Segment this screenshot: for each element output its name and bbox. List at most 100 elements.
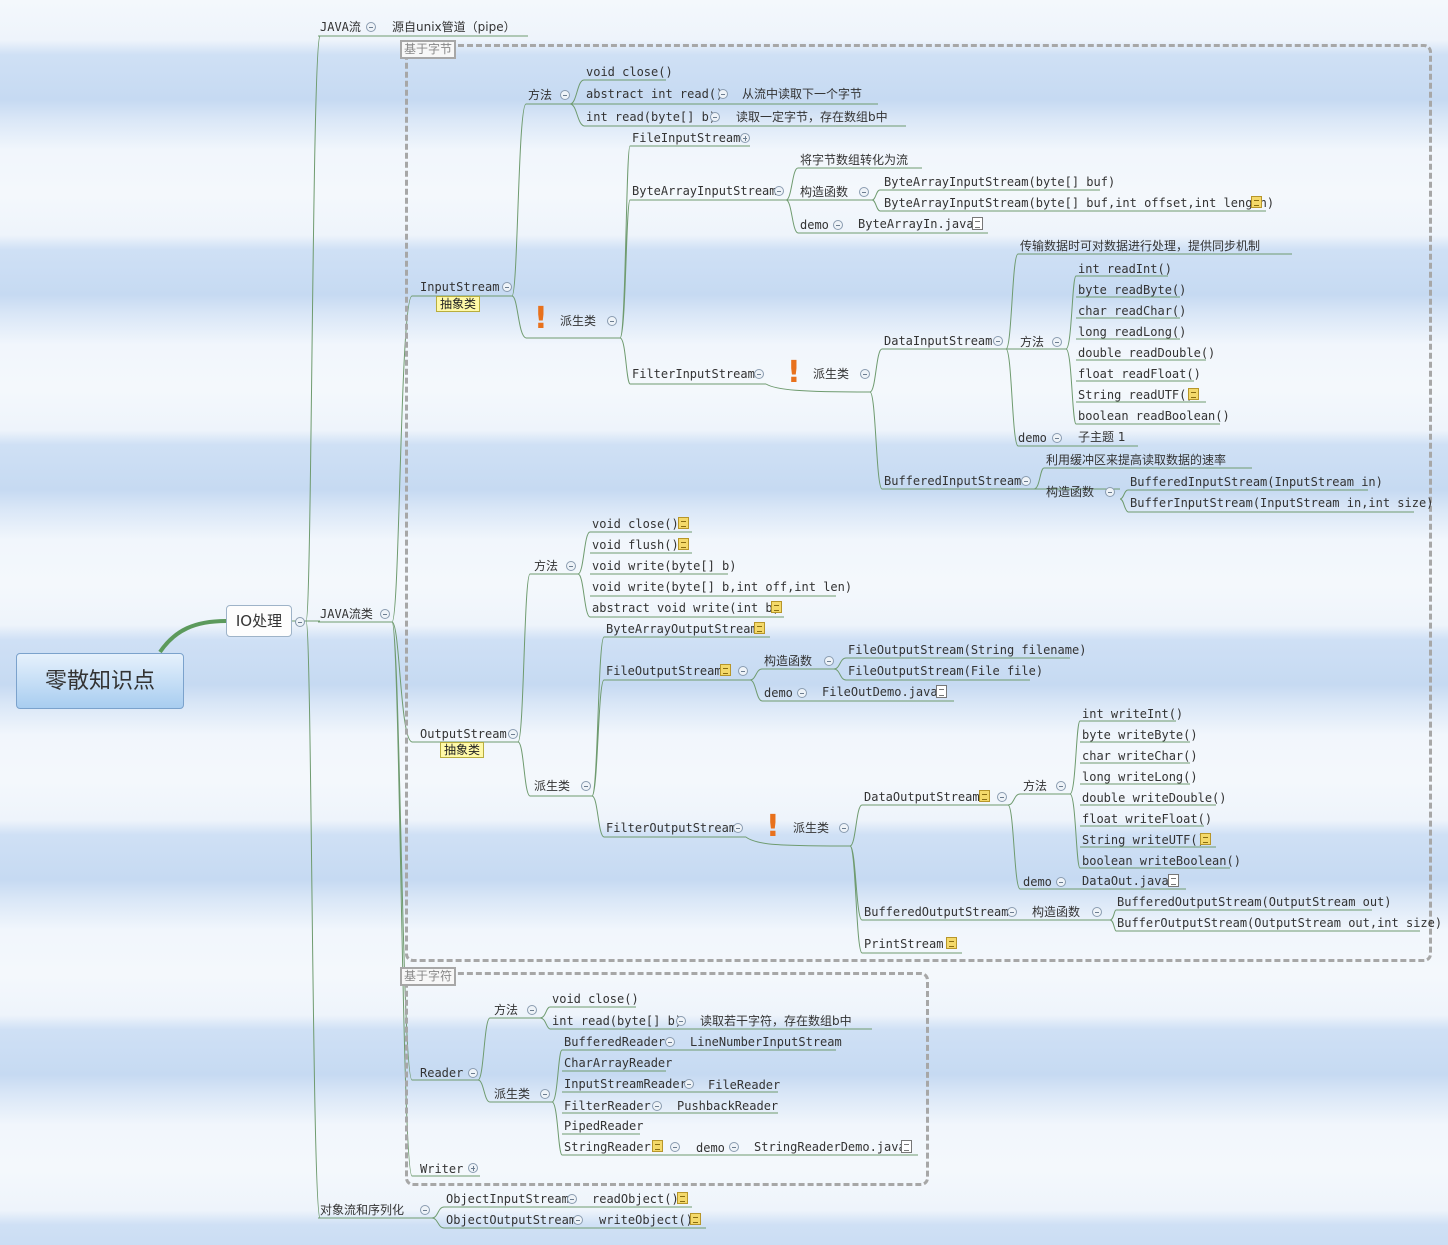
bytearray-desc[interactable]: 将字节数组转化为流 [800, 153, 908, 167]
datainput-method-item[interactable]: long readLong() [1078, 325, 1186, 339]
bufferedinput-ctor-item[interactable]: BufferedInputStream(InputStream in) [1130, 475, 1383, 489]
objectoutputstream-collapse-icon[interactable] [573, 1215, 583, 1225]
input-methods-collapse-icon[interactable] [560, 90, 570, 100]
writeobject-method[interactable]: writeObject() [599, 1213, 693, 1227]
fileoutput-demo-file[interactable]: FileOutDemo.java [822, 685, 938, 699]
datainput-demo-item[interactable]: 子主题 1 [1078, 430, 1125, 444]
reader-method-collapse-icon[interactable] [676, 1016, 686, 1026]
reader-derived-label[interactable]: 派生类 [494, 1087, 530, 1101]
note-icon[interactable] [754, 622, 765, 634]
input-method-collapse-icon[interactable] [718, 89, 728, 99]
document-icon[interactable] [972, 217, 983, 230]
fileoutput-ctor-item[interactable]: FileOutputStream(File file) [848, 664, 1043, 678]
inputstream-topic[interactable]: InputStream [420, 280, 499, 294]
dataoutput-methods-label[interactable]: 方法 [1023, 779, 1047, 793]
datainput-method-item[interactable]: int readInt() [1078, 262, 1172, 276]
fileoutput-demo-collapse-icon[interactable] [797, 688, 807, 698]
dataoutput-method-item[interactable]: float writeFloat() [1082, 812, 1212, 826]
outputstream-topic[interactable]: OutputStream [420, 727, 507, 741]
dataoutput-method-item[interactable]: int writeInt() [1082, 707, 1183, 721]
fileoutputstream-topic[interactable]: FileOutputStream [606, 664, 722, 678]
datainput-methods-collapse-icon[interactable] [1052, 337, 1062, 347]
writer-expand-icon[interactable] [468, 1163, 478, 1173]
stringreader-demo-label[interactable]: demo [696, 1141, 725, 1155]
filter-output-derived-label[interactable]: 派生类 [793, 821, 829, 835]
bytearray-ctor-item[interactable]: ByteArrayInputStream(byte[] buf,int offs… [884, 196, 1274, 210]
bytearrayoutputstream-topic[interactable]: ByteArrayOutputStream [606, 622, 758, 636]
reader-derived-item[interactable]: PipedReader [564, 1119, 643, 1133]
bytearray-demo-label[interactable]: demo [800, 218, 829, 232]
note-icon[interactable] [1200, 833, 1211, 845]
reader-derived-collapse-icon[interactable] [665, 1037, 675, 1047]
note-icon[interactable] [720, 664, 731, 676]
bytearrayinputstream-topic[interactable]: ByteArrayInputStream [632, 184, 777, 198]
stringreader-demo-file[interactable]: StringReaderDemo.java [754, 1140, 906, 1154]
note-icon[interactable] [690, 1213, 701, 1225]
filterinputstream-topic[interactable]: FilterInputStream [632, 367, 755, 381]
output-method-item[interactable]: void close() [592, 517, 679, 531]
datainput-methods-label[interactable]: 方法 [1020, 335, 1044, 349]
bufferedoutputstream-topic[interactable]: BufferedOutputStream [864, 905, 1009, 919]
bytearray-ctor-label[interactable]: 构造函数 [800, 185, 848, 199]
output-derived-label[interactable]: 派生类 [534, 779, 570, 793]
note-icon[interactable] [979, 790, 990, 802]
filter-output-derived-collapse-icon[interactable] [839, 823, 849, 833]
filter-derived-label[interactable]: 派生类 [813, 367, 849, 381]
dataoutput-method-item[interactable]: double writeDouble() [1082, 791, 1227, 805]
reader-derived-item[interactable]: CharArrayReader [564, 1056, 672, 1070]
dataoutput-demo-collapse-icon[interactable] [1056, 877, 1066, 887]
dataoutputstream-collapse-icon[interactable] [997, 792, 1007, 802]
bufferedoutput-ctor-collapse-icon[interactable] [1092, 907, 1102, 917]
note-icon[interactable] [652, 1140, 663, 1152]
input-method-collapse-icon[interactable] [710, 112, 720, 122]
bufferedinputstream-topic[interactable]: BufferedInputStream [884, 474, 1021, 488]
note-icon[interactable] [678, 517, 689, 529]
filteroutputstream-collapse-icon[interactable] [733, 823, 743, 833]
bufferedoutputstream-collapse-icon[interactable] [1007, 907, 1017, 917]
input-methods-label[interactable]: 方法 [528, 88, 552, 102]
outputstream-collapse-icon[interactable] [508, 729, 518, 739]
output-method-item[interactable]: void flush() [592, 538, 679, 552]
reader-derived-child[interactable]: PushbackReader [677, 1099, 778, 1113]
fileoutput-demo-label[interactable]: demo [764, 686, 793, 700]
dataoutput-method-item[interactable]: byte writeByte() [1082, 728, 1198, 742]
datainput-method-item[interactable]: boolean readBoolean() [1078, 409, 1230, 423]
reader-derived-item[interactable]: BufferedReader [564, 1035, 665, 1049]
output-methods-collapse-icon[interactable] [566, 561, 576, 571]
dataoutput-method-item[interactable]: char writeChar() [1082, 749, 1198, 763]
input-method-note[interactable]: 从流中读取下一个字节 [742, 87, 862, 101]
reader-derived-child[interactable]: LineNumberInputStream [690, 1035, 842, 1049]
note-icon[interactable] [1251, 196, 1262, 208]
datainput-desc[interactable]: 传输数据时可对数据进行处理，提供同步机制 [1020, 239, 1260, 253]
reader-methods-collapse-icon[interactable] [527, 1005, 537, 1015]
datainputstream-topic[interactable]: DataInputStream [884, 334, 992, 348]
output-method-item[interactable]: void write(byte[] b,int off,int len) [592, 580, 852, 594]
bufferedinput-ctor-item[interactable]: BufferInputStream(InputStream in,int siz… [1130, 496, 1433, 510]
output-method-item[interactable]: void write(byte[] b) [592, 559, 737, 573]
reader-method-note[interactable]: 读取若干字符，存在数组b中 [700, 1014, 852, 1028]
input-method-item[interactable]: int read(byte[] b) [586, 110, 716, 124]
note-icon[interactable] [678, 538, 689, 550]
datainputstream-collapse-icon[interactable] [993, 336, 1003, 346]
datainput-demo-collapse-icon[interactable] [1052, 433, 1062, 443]
root-topic[interactable]: 零散知识点 [16, 653, 184, 709]
reader-derived-child[interactable]: FileReader [708, 1078, 780, 1092]
reader-derived-collapse-icon[interactable] [652, 1101, 662, 1111]
readobject-method[interactable]: readObject() [592, 1192, 679, 1206]
dataoutput-demo-label[interactable]: demo [1023, 875, 1052, 889]
fileoutputstream-collapse-icon[interactable] [738, 666, 748, 676]
filter-derived-collapse-icon[interactable] [860, 369, 870, 379]
reader-derived-collapse-icon[interactable] [684, 1079, 694, 1089]
java-stream-child[interactable]: 源自unix管道（pipe） [392, 20, 516, 34]
filteroutputstream-topic[interactable]: FilterOutputStream [606, 821, 736, 835]
reader-method-item[interactable]: void close() [552, 992, 639, 1006]
io-collapse-icon[interactable] [295, 617, 305, 627]
reader-collapse-icon[interactable] [468, 1068, 478, 1078]
reader-derived-item[interactable]: FilterReader [564, 1099, 651, 1113]
input-derived-collapse-icon[interactable] [607, 316, 617, 326]
java-stream-collapse-icon[interactable] [366, 22, 376, 32]
note-icon[interactable] [946, 937, 957, 949]
reader-derived-collapse-icon[interactable] [540, 1089, 550, 1099]
stringreader-demo-collapse-icon[interactable] [729, 1142, 739, 1152]
datainput-method-item[interactable]: double readDouble() [1078, 346, 1215, 360]
